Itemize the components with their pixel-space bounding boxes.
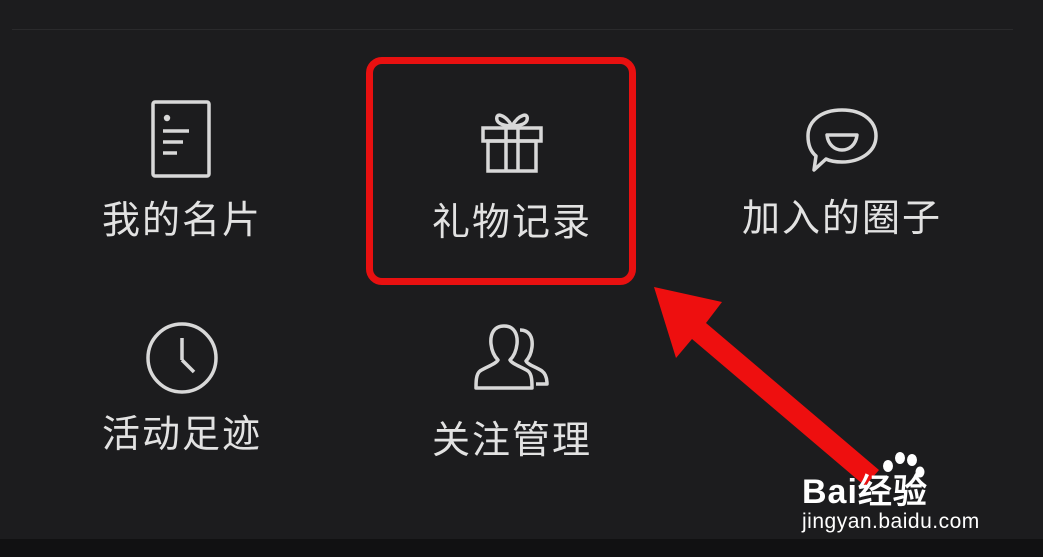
watermark-url: jingyan.baidu.com (802, 510, 980, 533)
bottom-band (0, 539, 1043, 557)
watermark-brand: Bai经验 (802, 473, 928, 511)
watermark: Bai经验 jingyan.baidu.com (796, 452, 1026, 542)
